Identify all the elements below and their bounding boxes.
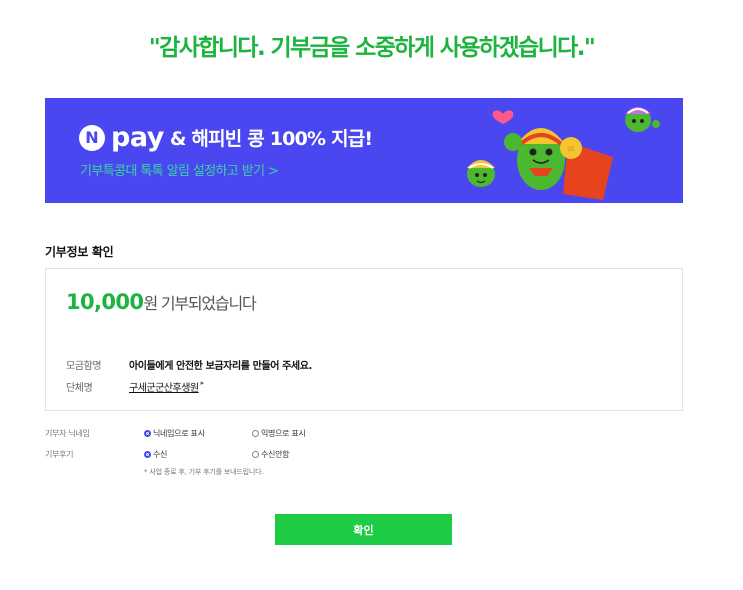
npay-promo-banner[interactable]: N pay & 해피빈 콩 100% 지급! 기부특콩대 톡톡 알림 설정하고 … [45, 98, 683, 203]
fundraiser-value: 아이들에게 안전한 보금자리를 만들어 주세요. [129, 361, 312, 372]
nickname-option-label: 기부자 닉네임 [45, 429, 90, 438]
review-receive-label: 수신 [153, 450, 168, 459]
small-bean-character-right [625, 107, 660, 132]
npay-logo-word: pay [111, 121, 164, 153]
review-option-label: 기부후기 [45, 450, 74, 459]
banner-headline: & 해피빈 콩 100% 지급! [169, 128, 373, 150]
anonymous-display-radio[interactable]: 익명으로 표시 [252, 428, 306, 439]
banner-headline-row: N pay & 해피빈 콩 100% 지급! [79, 121, 373, 153]
confirm-button[interactable]: 확인 [275, 514, 452, 545]
radio-selected-icon[interactable] [144, 451, 151, 458]
big-bean-hero-character: ≡ [504, 128, 613, 200]
donation-amount-suffix: 원 기부되었습니다 [143, 294, 256, 313]
donation-amount: 10,000 [66, 290, 144, 314]
heart-icon [492, 110, 514, 124]
organization-link[interactable]: 구세군군산후생원 [129, 379, 199, 394]
radio-unselected-icon[interactable] [252, 430, 259, 437]
radio-unselected-icon[interactable] [252, 451, 259, 458]
organization-row: 단체명 구세군군산후생원 ▸ [66, 379, 204, 394]
fundraiser-row: 모금함명 아이들에게 안전한 보금자리를 만들어 주세요. [66, 357, 312, 372]
nickname-option-row: 기부자 닉네임 닉네임으로 표시 익명으로 표시 [45, 428, 306, 439]
npay-logo-icon: N [79, 124, 105, 151]
donation-amount-line: 10,000원 기부되었습니다 [66, 290, 257, 314]
nickname-display-radio[interactable]: 닉네임으로 표시 [144, 428, 252, 439]
thanks-message: "감사합니다. 기부금을 소중하게 사용하겠습니다." [148, 35, 596, 61]
donation-summary-card: 10,000원 기부되었습니다 모금함명 아이들에게 안전한 보금자리를 만들어… [45, 268, 683, 411]
banner-notification-link[interactable]: 기부특콩대 톡톡 알림 설정하고 받기 > [80, 160, 279, 179]
fundraiser-label: 모금함명 [66, 361, 102, 372]
review-receive-radio[interactable]: 수신 [144, 449, 252, 460]
organization-label: 단체명 [66, 383, 93, 394]
nickname-display-label: 닉네임으로 표시 [153, 429, 205, 438]
svg-text:≡: ≡ [567, 144, 575, 155]
review-decline-radio[interactable]: 수신안함 [252, 449, 290, 460]
anonymous-display-label: 익명으로 표시 [261, 429, 306, 438]
review-decline-label: 수신안함 [261, 450, 290, 459]
radio-selected-icon[interactable] [144, 430, 151, 437]
small-bean-character-left [467, 160, 495, 187]
happybean-characters-illustration: ≡ [467, 107, 660, 200]
review-note: * 사업 종료 후, 기부 후기를 보내드립니다. [144, 468, 264, 476]
chevron-right-icon[interactable]: ▸ [201, 379, 205, 394]
section-title: 기부정보 확인 [45, 245, 114, 259]
review-option-row: 기부후기 수신 수신안함 [45, 449, 290, 460]
